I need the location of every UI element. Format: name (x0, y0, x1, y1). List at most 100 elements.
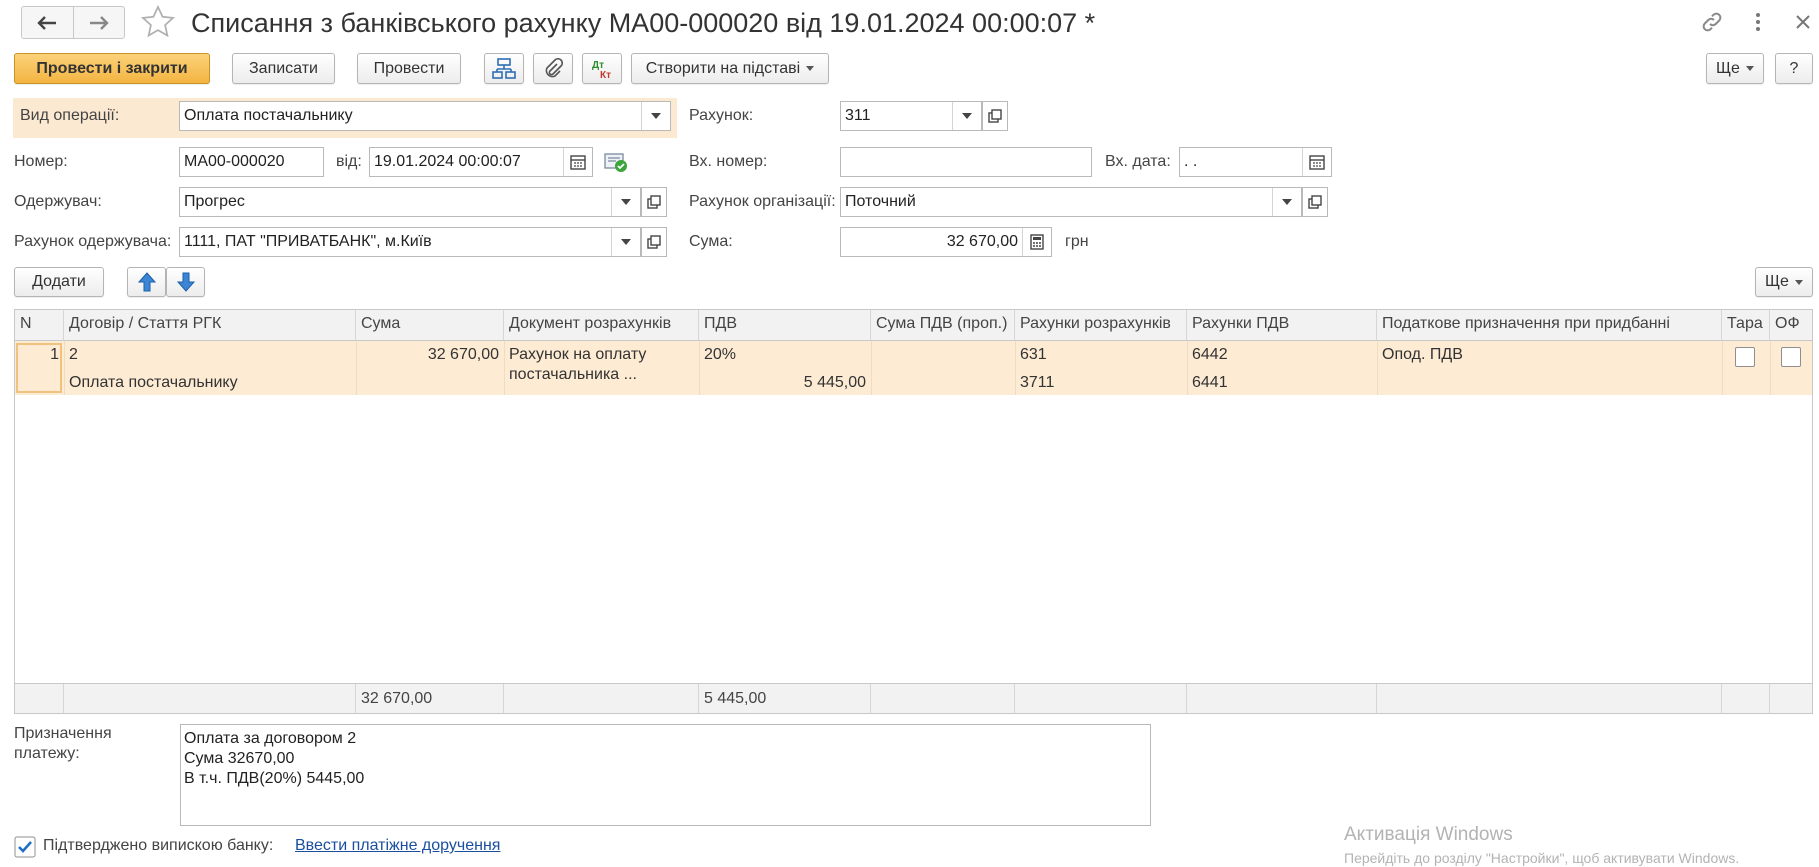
org-account-dropdown-button[interactable] (1272, 188, 1301, 216)
number-value: МА00-000020 (184, 153, 285, 170)
back-button[interactable] (22, 7, 73, 38)
row-vat-sum[interactable]: 5 445,00 (699, 373, 871, 393)
of-checkbox[interactable] (1781, 347, 1801, 367)
row-sum[interactable]: 32 670,00 (356, 345, 504, 365)
recipient-select[interactable]: Прогрес (179, 187, 641, 217)
recipient-open-button[interactable] (641, 187, 667, 217)
in-date-picker-button[interactable] (1302, 148, 1331, 176)
operation-select[interactable]: Оплата постачальнику (179, 101, 671, 131)
number-label: Номер: (14, 153, 68, 170)
purpose-line2: Сума 32670,00 (184, 750, 295, 767)
row-vat-account-1[interactable]: 6442 (1187, 345, 1233, 365)
payments-table[interactable]: N Договір / Стаття РГК Сума Документ роз… (14, 309, 1813, 714)
create-based-on-button[interactable]: Створити на підставі (631, 53, 829, 84)
row-settlement-account-1[interactable]: 631 (1015, 345, 1052, 365)
row-number[interactable]: 1 (15, 345, 64, 365)
recipient-account-value: 1111, ПАТ "ПРИВАТБАНК", м.Київ (184, 233, 432, 250)
link-icon[interactable] (1698, 8, 1726, 36)
open-window-icon (647, 195, 661, 209)
move-down-button[interactable] (166, 267, 205, 297)
row-vat-rate[interactable]: 20% (699, 345, 741, 365)
row-contract[interactable]: 2 (64, 345, 83, 365)
favorite-star-icon[interactable] (139, 3, 177, 41)
row-settlement-account-2[interactable]: 3711 (1015, 373, 1059, 393)
recipient-dropdown-button[interactable] (611, 188, 640, 216)
column-header-settlement-accounts[interactable]: Рахунки розрахунків (1015, 310, 1187, 341)
add-row-button[interactable]: Додати (14, 267, 104, 297)
post-button[interactable]: Провести (357, 53, 461, 84)
recipient-account-select[interactable]: 1111, ПАТ "ПРИВАТБАНК", м.Київ (179, 227, 641, 257)
account-open-button[interactable] (982, 101, 1008, 131)
in-date-field[interactable]: . . (1179, 147, 1332, 177)
sum-label: Сума: (689, 233, 733, 250)
help-button[interactable]: ? (1775, 53, 1813, 84)
account-select[interactable]: 311 (840, 101, 982, 131)
navigation-buttons (21, 6, 125, 39)
column-header-n[interactable]: N (15, 310, 64, 341)
date-field[interactable]: 19.01.2024 00:00:07 (369, 147, 593, 177)
org-account-open-button[interactable] (1302, 187, 1328, 217)
post-and-close-button[interactable]: Провести і закрити (14, 53, 210, 84)
column-header-vat[interactable]: ПДВ (699, 310, 871, 341)
account-label: Рахунок: (689, 107, 754, 124)
arrow-right-icon (89, 15, 109, 30)
purpose-line3: В т.ч. ПДВ(20%) 5445,00 (184, 770, 365, 787)
total-sum: 32 670,00 (356, 684, 504, 713)
close-icon[interactable] (1789, 8, 1817, 36)
save-button[interactable]: Записати (232, 53, 335, 84)
arrow-down-icon (176, 272, 195, 292)
date-picker-button[interactable] (563, 148, 592, 176)
calculator-icon (1030, 234, 1044, 250)
account-dropdown-button[interactable] (952, 102, 981, 130)
date-label: від: (336, 153, 362, 170)
open-window-icon (1308, 195, 1322, 209)
svg-text:Кт: Кт (600, 70, 611, 81)
in-number-field[interactable] (840, 147, 1092, 177)
create-payment-order-link[interactable]: Ввести платіжне доручення (295, 837, 500, 855)
column-header-vat-sum[interactable]: Сума ПДВ (проп.) (871, 310, 1015, 341)
attach-button[interactable] (533, 53, 573, 84)
post-status-icon[interactable] (603, 150, 629, 174)
operation-label: Вид операції: (20, 107, 120, 124)
row-article[interactable]: Оплата постачальнику (64, 373, 243, 393)
table-more-button[interactable]: Ще (1755, 267, 1813, 297)
column-header-tara[interactable]: Тара (1722, 310, 1770, 341)
column-header-document[interactable]: Документ розрахунків (504, 310, 699, 341)
more-button[interactable]: Ще (1706, 53, 1764, 84)
dt-kt-button[interactable]: Дт Кт (582, 53, 622, 84)
table-row[interactable] (15, 341, 1812, 395)
column-header-sum[interactable]: Сума (356, 310, 504, 341)
org-account-select[interactable]: Поточний (840, 187, 1302, 217)
structure-button[interactable] (484, 53, 524, 84)
column-header-tax-purpose[interactable]: Податкове призначення при придбанні (1377, 310, 1722, 341)
org-account-value: Поточний (845, 193, 916, 210)
column-header-of[interactable]: ОФ (1770, 310, 1812, 341)
windows-activation-hint: Перейдіть до розділу "Настройки", щоб ак… (1344, 850, 1740, 866)
forward-button[interactable] (72, 7, 125, 38)
more-vertical-icon[interactable] (1744, 8, 1772, 36)
confirmed-label: Підтверджено випискою банку: (43, 837, 274, 854)
currency-label: грн (1065, 233, 1089, 250)
row-vat-account-2[interactable]: 6441 (1187, 373, 1233, 393)
open-window-icon (988, 109, 1002, 123)
row-tax-purpose[interactable]: Опод. ПДВ (1377, 345, 1468, 365)
paperclip-icon (545, 57, 563, 77)
column-header-vat-accounts[interactable]: Рахунки ПДВ (1187, 310, 1377, 341)
row-document-line1[interactable]: Рахунок на оплату (504, 345, 651, 365)
tara-checkbox[interactable] (1735, 347, 1755, 367)
total-vat: 5 445,00 (699, 684, 871, 713)
table-more-label: Ще (1765, 273, 1789, 290)
row-document-line2[interactable]: постачальника ... (504, 365, 642, 385)
window-title: Списання з банківського рахунку МА00-000… (191, 8, 1096, 38)
calculator-button[interactable] (1022, 228, 1051, 256)
recipient-label: Одержувач: (14, 193, 102, 210)
recipient-account-dropdown-button[interactable] (611, 228, 640, 256)
purpose-textarea[interactable]: Оплата за договором 2 Сума 32670,00 В т.… (180, 724, 1151, 826)
sum-field[interactable]: 32 670,00 (840, 227, 1052, 257)
operation-dropdown-button[interactable] (641, 102, 670, 130)
move-up-button[interactable] (127, 267, 166, 297)
column-header-contract[interactable]: Договір / Стаття РГК (64, 310, 356, 341)
confirmed-checkbox[interactable] (14, 836, 36, 858)
recipient-account-open-button[interactable] (641, 227, 667, 257)
number-field[interactable]: МА00-000020 (179, 147, 324, 177)
